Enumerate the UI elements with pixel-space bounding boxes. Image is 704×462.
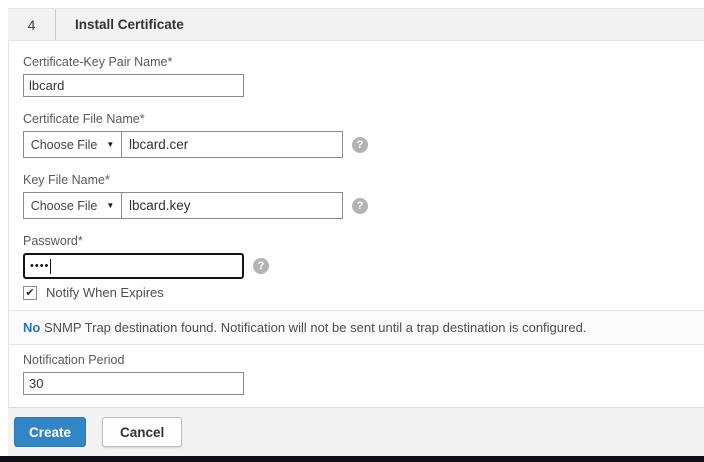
notification-period-label: Notification Period bbox=[23, 353, 704, 367]
notification-period-group: Notification Period bbox=[9, 353, 704, 395]
help-icon[interactable]: ? bbox=[352, 198, 368, 214]
password-masked-value: •••• bbox=[30, 260, 49, 272]
choose-file-button-label: Choose File bbox=[31, 138, 98, 152]
cert-file-label: Certificate File Name* bbox=[23, 112, 704, 126]
password-group: Password* •••• ? bbox=[23, 234, 704, 279]
cert-file-name-input[interactable] bbox=[122, 132, 342, 157]
section-header: 4 Install Certificate bbox=[8, 8, 704, 41]
notify-when-expires-row: ✔ Notify When Expires bbox=[23, 285, 704, 300]
chevron-down-icon: ▼ bbox=[106, 202, 114, 210]
create-button[interactable]: Create bbox=[14, 417, 86, 447]
chevron-down-icon: ▼ bbox=[106, 141, 114, 149]
notify-when-expires-checkbox[interactable]: ✔ bbox=[23, 286, 37, 300]
install-certificate-panel: 4 Install Certificate Certificate-Key Pa… bbox=[0, 0, 704, 456]
cert-key-pair-input[interactable] bbox=[23, 74, 244, 97]
notify-when-expires-label: Notify When Expires bbox=[46, 285, 164, 300]
help-icon[interactable]: ? bbox=[352, 137, 368, 153]
key-file-name-input[interactable] bbox=[122, 193, 342, 218]
password-label: Password* bbox=[23, 234, 704, 248]
page-title: Install Certificate bbox=[56, 9, 184, 40]
cert-key-pair-label: Certificate-Key Pair Name* bbox=[23, 55, 704, 69]
form-area: Certificate-Key Pair Name* Certificate F… bbox=[8, 41, 704, 407]
password-input[interactable]: •••• bbox=[23, 253, 244, 279]
cert-key-pair-group: Certificate-Key Pair Name* bbox=[23, 55, 704, 97]
bottom-dark-bar bbox=[0, 456, 704, 462]
snmp-info-bar: No SNMP Trap destination found. Notifica… bbox=[9, 310, 704, 345]
key-file-label: Key File Name* bbox=[23, 173, 704, 187]
notification-period-input[interactable] bbox=[23, 372, 244, 395]
action-footer: Create Cancel bbox=[8, 407, 704, 456]
key-file-group: Key File Name* Choose File ▼ ? bbox=[23, 173, 704, 219]
cert-file-control: Choose File ▼ bbox=[23, 131, 343, 158]
cert-file-group: Certificate File Name* Choose File ▼ ? bbox=[23, 112, 704, 158]
info-highlight: No bbox=[23, 320, 40, 335]
help-icon[interactable]: ? bbox=[253, 258, 269, 274]
key-file-control: Choose File ▼ bbox=[23, 192, 343, 219]
cert-file-choose-button[interactable]: Choose File ▼ bbox=[24, 132, 122, 157]
step-number: 4 bbox=[8, 9, 56, 40]
text-caret bbox=[50, 259, 51, 274]
key-file-choose-button[interactable]: Choose File ▼ bbox=[24, 193, 122, 218]
choose-file-button-label: Choose File bbox=[31, 199, 98, 213]
cancel-button[interactable]: Cancel bbox=[102, 417, 182, 447]
info-message: SNMP Trap destination found. Notificatio… bbox=[40, 320, 586, 335]
